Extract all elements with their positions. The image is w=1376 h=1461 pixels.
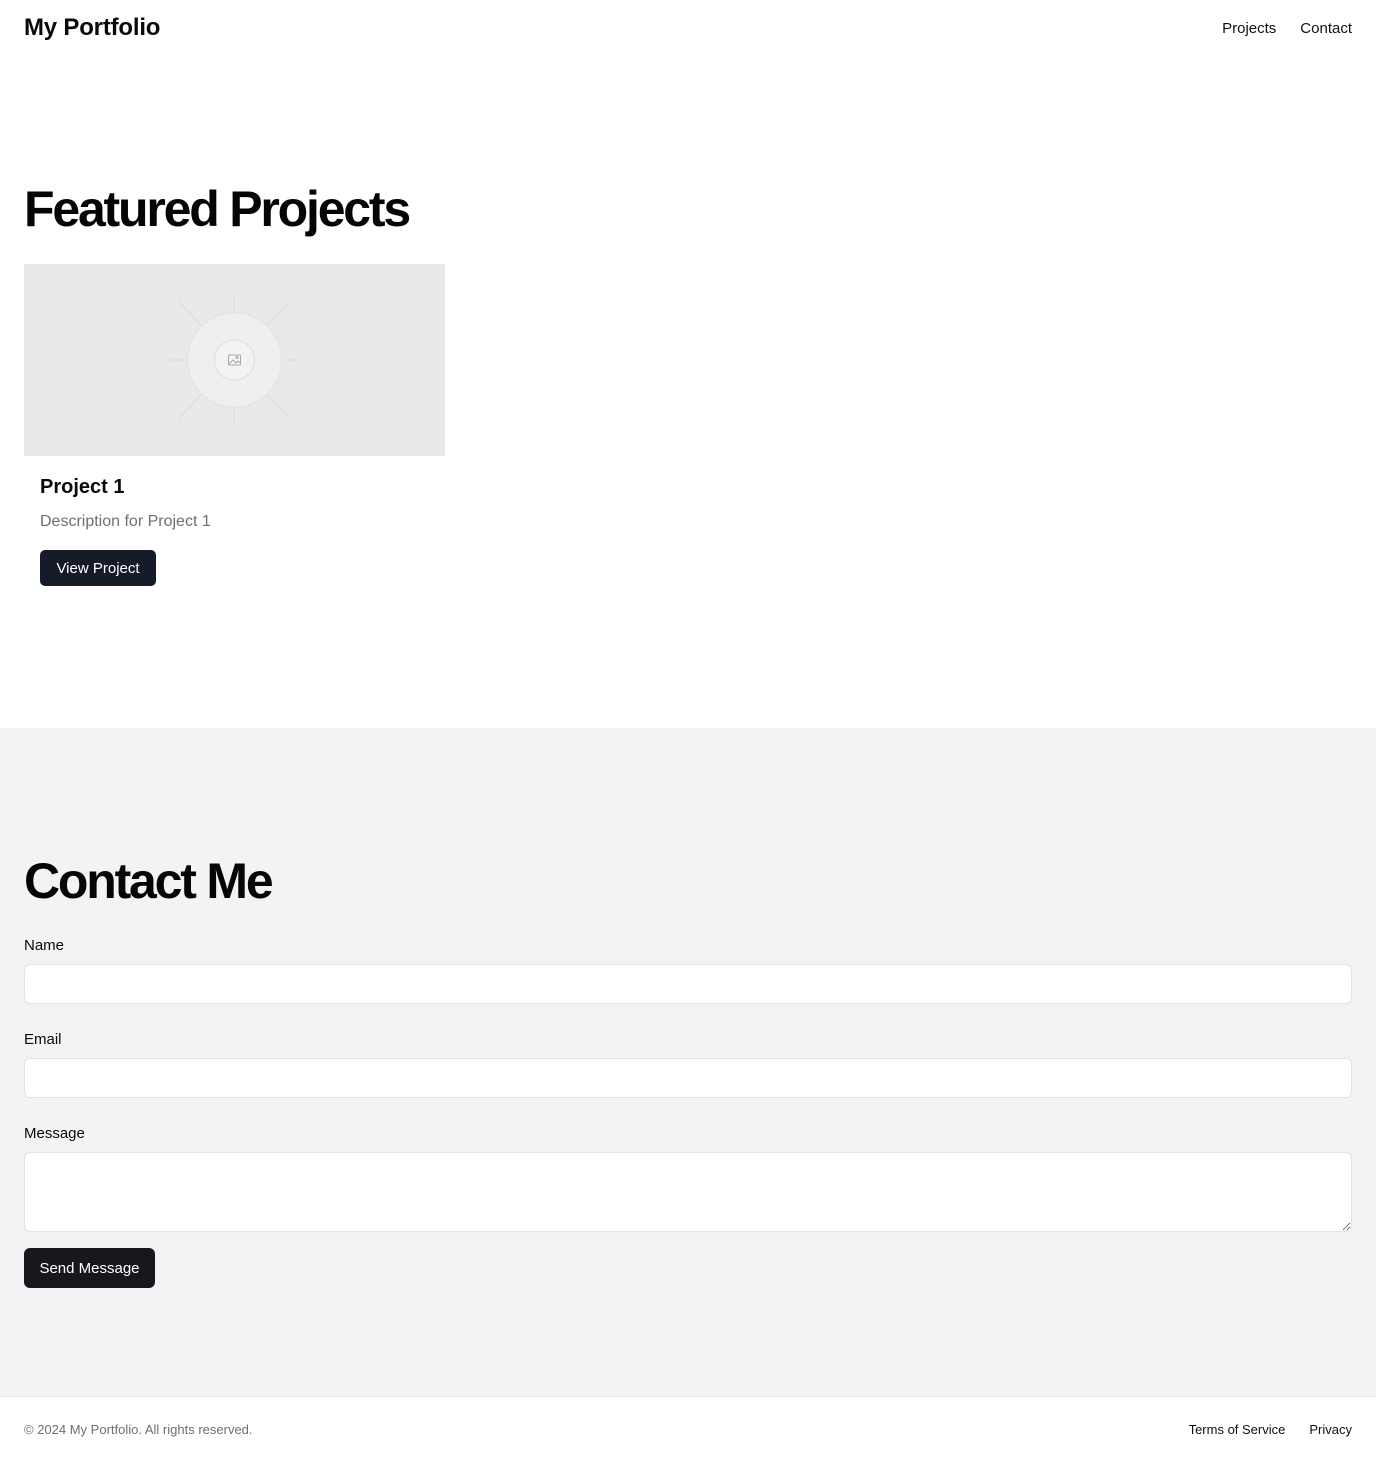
- email-label: Email: [24, 1031, 62, 1048]
- project-card: Project 1 Description for Project 1 View…: [24, 264, 445, 586]
- project-description: Description for Project 1: [40, 513, 211, 530]
- message-textarea[interactable]: [24, 1152, 1352, 1232]
- project-image-placeholder: [24, 264, 445, 456]
- main-nav: Projects Contact: [1222, 20, 1352, 37]
- name-label: Name: [24, 937, 65, 954]
- footer-nav: Terms of Service Privacy: [1189, 1422, 1352, 1437]
- contact-heading: Contact Me: [24, 853, 274, 909]
- nav-link-contact[interactable]: Contact: [1300, 20, 1352, 37]
- name-input[interactable]: [24, 964, 1352, 1004]
- name-field-group: Name: [24, 938, 1352, 1004]
- footer-link-terms[interactable]: Terms of Service: [1189, 1422, 1286, 1437]
- contact-section: Contact Me Name Email Message Send Messa…: [0, 728, 1376, 1396]
- send-message-button[interactable]: Send Message: [24, 1248, 155, 1288]
- image-placeholder-icon: [169, 294, 299, 426]
- nav-link-projects[interactable]: Projects: [1222, 20, 1276, 37]
- copyright-text: © 2024 My Portfolio. All rights reserved…: [24, 1421, 253, 1437]
- project-card-body: Project 1 Description for Project 1 View…: [24, 456, 445, 586]
- view-project-button[interactable]: View Project: [40, 550, 156, 586]
- message-field-group: Message: [24, 1126, 1352, 1232]
- projects-heading: Featured Projects: [24, 181, 411, 237]
- footer-link-privacy[interactable]: Privacy: [1309, 1422, 1352, 1437]
- project-title: Project 1: [40, 476, 125, 498]
- email-input[interactable]: [24, 1058, 1352, 1098]
- contact-form: Name Email Message Send Message: [24, 938, 1352, 1288]
- brand-logo[interactable]: My Portfolio: [24, 14, 160, 42]
- site-footer: © 2024 My Portfolio. All rights reserved…: [0, 1396, 1376, 1461]
- site-header: My Portfolio Projects Contact: [0, 0, 1376, 56]
- message-label: Message: [24, 1125, 85, 1142]
- projects-section: Featured Projects Project 1 Description …: [0, 56, 1376, 728]
- email-field-group: Email: [24, 1032, 1352, 1098]
